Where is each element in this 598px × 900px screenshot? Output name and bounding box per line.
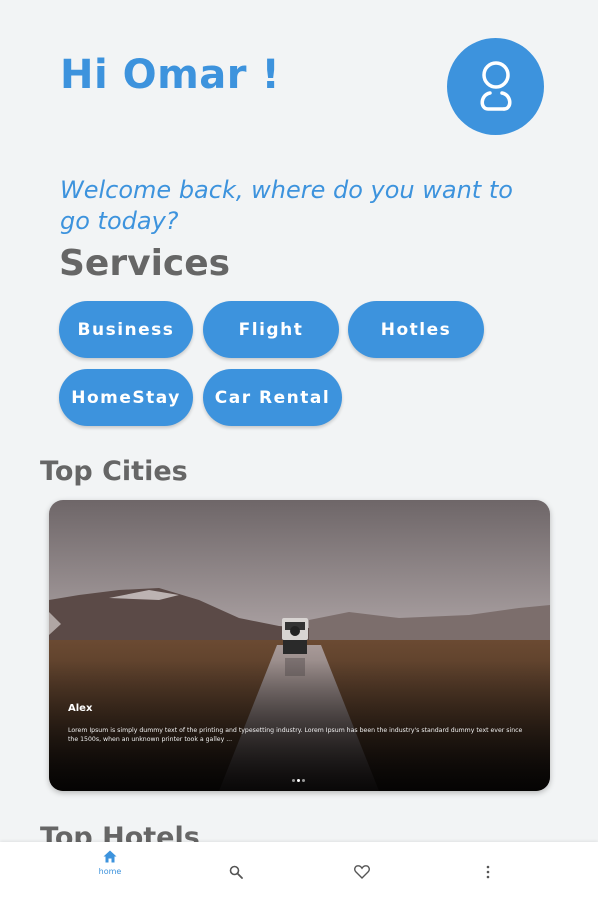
city-card[interactable]: Alex Lorem Ipsum is simply dummy text of… bbox=[49, 500, 550, 791]
greeting-title: Hi Omar ! bbox=[60, 52, 281, 98]
carousel-dot[interactable] bbox=[302, 779, 305, 782]
carousel-dot[interactable] bbox=[292, 779, 295, 782]
nav-item-search[interactable] bbox=[206, 842, 266, 900]
top-cities-heading: Top Cities bbox=[40, 456, 188, 487]
service-chip-hotels[interactable]: Hotles bbox=[348, 301, 484, 358]
city-card-description: Lorem Ipsum is simply dummy text of the … bbox=[68, 727, 523, 743]
heart-icon bbox=[354, 865, 370, 879]
carousel-dot-active[interactable] bbox=[297, 779, 300, 782]
nav-item-more[interactable] bbox=[458, 842, 518, 900]
city-card-title: Alex bbox=[68, 703, 93, 714]
service-chip-car-rental[interactable]: Car Rental bbox=[203, 369, 342, 426]
nav-item-favorites[interactable] bbox=[332, 842, 392, 900]
services-heading: Services bbox=[59, 243, 231, 284]
service-chip-flight[interactable]: Flight bbox=[203, 301, 339, 358]
service-chip-business[interactable]: Business bbox=[59, 301, 193, 358]
welcome-message: Welcome back, where do you want to go to… bbox=[60, 176, 513, 235]
carousel-indicator[interactable] bbox=[292, 779, 305, 782]
nav-label-home: home bbox=[98, 867, 122, 876]
avatar[interactable] bbox=[447, 38, 544, 135]
city-card-image bbox=[49, 500, 550, 791]
user-icon bbox=[480, 60, 511, 111]
more-vertical-icon bbox=[486, 865, 490, 879]
service-chip-homestay[interactable]: HomeStay bbox=[59, 369, 193, 426]
home-icon bbox=[103, 850, 117, 863]
bottom-navigation: home bbox=[0, 842, 598, 900]
search-icon bbox=[229, 865, 243, 879]
nav-item-home[interactable]: home bbox=[80, 842, 140, 900]
